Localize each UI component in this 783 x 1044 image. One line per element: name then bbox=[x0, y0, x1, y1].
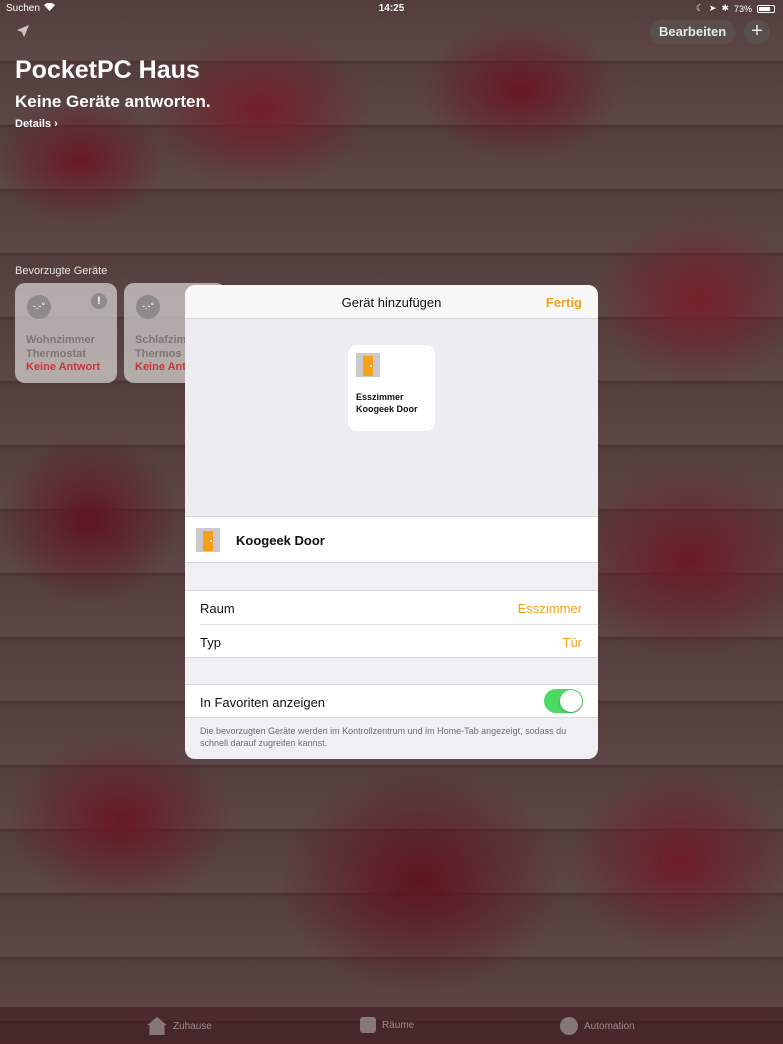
favorites-row: In Favoriten anzeigen bbox=[185, 684, 598, 718]
add-device-modal: Gerät hinzufügen Fertig Esszimmer Koogee… bbox=[185, 285, 598, 759]
favorites-toggle[interactable] bbox=[544, 689, 583, 713]
battery-icon bbox=[757, 4, 775, 13]
tab-automation[interactable]: Automation bbox=[560, 1017, 635, 1035]
house-icon bbox=[147, 1017, 167, 1035]
tab-home-label: Zuhause bbox=[173, 1020, 212, 1032]
tab-rooms-label: Räume bbox=[382, 1019, 415, 1031]
battery-percent: 73% bbox=[733, 3, 752, 14]
details-link[interactable]: Details › bbox=[15, 118, 58, 130]
tile-name: Wohnzimmer Thermostat bbox=[26, 334, 95, 360]
tab-automation-label: Automation bbox=[584, 1020, 635, 1032]
edit-button[interactable]: Bearbeiten bbox=[650, 20, 736, 44]
settings-group: Raum Esszimmer Typ Tür bbox=[185, 590, 598, 658]
door-icon bbox=[196, 528, 220, 552]
rooms-icon bbox=[360, 1017, 376, 1033]
toggle-knob bbox=[560, 690, 582, 712]
type-row[interactable]: Typ Tür bbox=[185, 625, 598, 659]
status-bar: Suchen 14:25 ☾ ➤ ✱ 73% bbox=[0, 0, 783, 18]
tab-home[interactable]: Zuhause bbox=[147, 1017, 212, 1035]
door-icon bbox=[356, 353, 380, 377]
favorites-header: Bevorzugte Geräte bbox=[15, 265, 108, 277]
tile-status: Keine Antwort bbox=[26, 361, 101, 373]
home-subtitle: Keine Geräte antworten. bbox=[15, 92, 211, 111]
location-arrow-icon: ➤ bbox=[708, 3, 717, 13]
favorite-tile-living-room-thermostat[interactable]: -.-° ! Wohnzimmer Thermostat Keine Antwo… bbox=[15, 283, 117, 383]
status-right: ☾ ➤ ✱ 73% bbox=[696, 3, 775, 14]
device-name-row[interactable]: Koogeek Door bbox=[185, 516, 598, 563]
preview-area: Esszimmer Koogeek Door bbox=[185, 319, 598, 516]
tile-status: Keine Ant bbox=[135, 361, 186, 373]
modal-header: Gerät hinzufügen Fertig bbox=[185, 285, 598, 319]
moon-icon: ☾ bbox=[695, 3, 704, 13]
modal-title: Gerät hinzufügen bbox=[341, 295, 442, 310]
room-value: Esszimmer bbox=[517, 601, 582, 616]
automation-icon bbox=[560, 1017, 578, 1035]
thermostat-icon: -.-° bbox=[136, 295, 160, 319]
home-title: PocketPC Haus bbox=[15, 56, 200, 84]
bluetooth-icon: ✱ bbox=[721, 3, 729, 13]
status-time: 14:25 bbox=[378, 3, 405, 14]
type-value: Tür bbox=[562, 635, 583, 650]
tile-name: Schlafzim Thermos bbox=[135, 334, 187, 360]
device-preview-tile[interactable]: Esszimmer Koogeek Door bbox=[348, 345, 435, 431]
thermostat-icon: -.-° bbox=[27, 295, 51, 319]
alert-icon: ! bbox=[91, 293, 107, 309]
tab-bar: Zuhause Räume Automation bbox=[0, 1006, 783, 1044]
room-label: Raum bbox=[200, 601, 235, 616]
preview-device: Koogeek Door bbox=[356, 404, 418, 414]
type-label: Typ bbox=[200, 635, 221, 650]
location-icon[interactable] bbox=[16, 24, 32, 40]
room-row[interactable]: Raum Esszimmer bbox=[185, 591, 598, 625]
preview-name: Esszimmer Koogeek Door bbox=[356, 391, 418, 415]
tab-rooms[interactable]: Räume bbox=[360, 1017, 414, 1033]
add-button[interactable]: + bbox=[744, 20, 770, 44]
done-button[interactable]: Fertig bbox=[546, 295, 582, 310]
favorites-label: In Favoriten anzeigen bbox=[200, 695, 326, 710]
device-name: Koogeek Door bbox=[236, 533, 325, 548]
favorites-footnote: Die bevorzugten Geräte werden im Kontrol… bbox=[200, 726, 567, 748]
preview-room: Esszimmer bbox=[356, 392, 404, 402]
